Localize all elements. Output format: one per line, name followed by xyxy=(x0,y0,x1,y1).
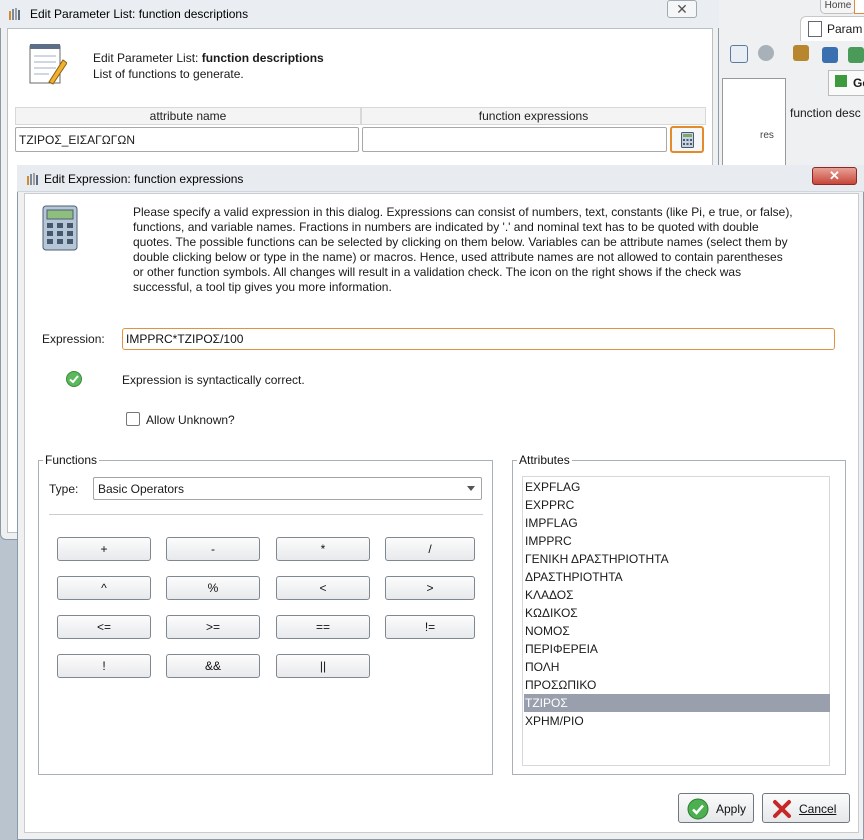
function-type-value: Basic Operators xyxy=(98,482,185,496)
list-item-selected[interactable]: ΤΖΙΡΟΣ xyxy=(524,694,830,712)
calculator-icon xyxy=(681,132,694,148)
instructions-text: Please specify a valid expression in thi… xyxy=(133,205,819,295)
chevron-down-icon xyxy=(467,486,475,491)
attribute-name-cell[interactable]: ΤΖΙΡΟΣ_ΕΙΣΑΓΩΓΩΝ xyxy=(15,127,359,152)
close-button[interactable]: ✕ xyxy=(812,167,857,185)
header-bold: function descriptions xyxy=(201,51,324,65)
operator-divide-button[interactable]: / xyxy=(385,537,475,561)
operator-equal-button[interactable]: == xyxy=(276,615,370,639)
attribute-name-value: ΤΖΙΡΟΣ_ΕΙΣΑΓΩΓΩΝ xyxy=(19,133,136,147)
operator-plus-button[interactable]: + xyxy=(57,537,151,561)
list-item[interactable]: EXPPRC xyxy=(524,496,830,514)
function-type-select[interactable]: Basic Operators xyxy=(93,477,482,500)
notepad-icon xyxy=(29,44,67,85)
operator-minus-button[interactable]: - xyxy=(166,537,260,561)
res-label: res xyxy=(760,130,774,141)
column-header-expression[interactable]: function expressions xyxy=(361,107,706,125)
user-icon[interactable] xyxy=(793,45,809,61)
list-item[interactable]: ΝΟΜΟΣ xyxy=(524,622,830,640)
operator-not-equal-button[interactable]: != xyxy=(385,615,475,639)
parameter-list-header: Edit Parameter List: function descriptio… xyxy=(93,51,324,65)
valid-check-icon xyxy=(66,371,82,387)
check-icon[interactable] xyxy=(848,47,864,63)
allow-unknown-checkbox[interactable] xyxy=(126,412,140,426)
allow-unknown-label[interactable]: Allow Unknown? xyxy=(146,413,235,427)
instructions-line: successful, a tool tip gives you more in… xyxy=(133,280,392,294)
column-header-attribute[interactable]: attribute name xyxy=(15,107,361,125)
operator-modulo-button[interactable]: % xyxy=(166,576,260,600)
list-item[interactable]: ΠΡΟΣΩΠΙΚΟ xyxy=(524,676,830,694)
cancel-label: Cancel xyxy=(799,802,837,816)
instructions-line: double clicking below or type in the nam… xyxy=(133,250,783,264)
list-item[interactable]: ΧΡΗΜ/ΡΙΟ xyxy=(524,712,830,730)
edit-expression-title: Edit Expression: function expressions xyxy=(44,172,244,186)
cancel-button[interactable]: Cancel xyxy=(762,793,850,823)
instructions-line: quotes. The possible functions can be se… xyxy=(133,235,788,249)
document-icon xyxy=(808,21,822,37)
operator-multiply-button[interactable]: * xyxy=(276,537,370,561)
operator-or-button[interactable]: || xyxy=(276,654,370,678)
expression-label: Expression: xyxy=(42,332,105,346)
list-item[interactable]: ΠΕΡΙΦΕΡΕΙΑ xyxy=(524,640,830,658)
tab-home[interactable]: Home xyxy=(820,0,856,14)
attributes-legend: Attributes xyxy=(519,453,570,467)
function-expression-cell[interactable] xyxy=(362,127,667,152)
parameter-list-subtitle: List of functions to generate. xyxy=(93,67,244,81)
functions-legend: Functions xyxy=(45,453,98,467)
instructions-line: Please specify a valid expression in thi… xyxy=(133,205,793,219)
instructions-line: or other function symbols. All changes w… xyxy=(133,265,742,279)
parameter-list-title: Edit Parameter List: function descriptio… xyxy=(30,7,249,21)
apply-button[interactable]: Apply xyxy=(678,793,754,823)
operator-less-button[interactable]: < xyxy=(276,576,370,600)
list-item[interactable]: EXPFLAG xyxy=(524,478,830,496)
add-icon[interactable] xyxy=(822,47,838,63)
list-item[interactable]: ΓΕΝΙΚΗ ΔΡΑΣΤΗΡΙΟΤΗΤΑ xyxy=(524,550,830,568)
operator-less-equal-button[interactable]: <= xyxy=(57,615,151,639)
functions-group: Functions xyxy=(38,453,493,775)
function-desc-label: function desc xyxy=(790,106,861,120)
fit-icon[interactable] xyxy=(730,45,748,63)
cancel-x-icon xyxy=(773,800,791,818)
generate-label: Ge xyxy=(853,76,864,90)
app-icon xyxy=(27,173,38,185)
tab-active[interactable] xyxy=(854,0,864,14)
list-item[interactable]: ΔΡΑΣΤΗΡΙΟΤΗΤΑ xyxy=(524,568,830,586)
app-icon xyxy=(9,8,20,20)
list-item[interactable]: ΚΛΑΔΟΣ xyxy=(524,586,830,604)
list-item[interactable]: ΠΟΛΗ xyxy=(524,658,830,676)
instructions-line: functions, and variable names. Fractions… xyxy=(133,220,759,234)
operator-greater-button[interactable]: > xyxy=(385,576,475,600)
validation-status: Expression is syntactically correct. xyxy=(122,373,305,387)
tab-param-label: Param xyxy=(827,22,863,36)
background-panel xyxy=(722,78,786,170)
generate-icon xyxy=(835,75,847,87)
type-label: Type: xyxy=(49,482,79,496)
header-prefix: Edit Parameter List: xyxy=(93,51,202,65)
operator-power-button[interactable]: ^ xyxy=(57,576,151,600)
operator-and-button[interactable]: && xyxy=(166,654,260,678)
divider xyxy=(49,514,483,515)
list-item[interactable]: IMPFLAG xyxy=(524,514,830,532)
close-button[interactable]: ✕ xyxy=(667,0,697,18)
operator-greater-equal-button[interactable]: >= xyxy=(166,615,260,639)
apply-label: Apply xyxy=(716,802,747,816)
attributes-list[interactable]: EXPFLAG EXPPRC IMPFLAG IMPPRC ΓΕΝΙΚΗ ΔΡΑ… xyxy=(522,476,830,766)
expression-editor-button[interactable] xyxy=(670,126,704,153)
list-item[interactable]: ΚΩΔΙΚΟΣ xyxy=(524,604,830,622)
link-icon[interactable] xyxy=(758,45,774,61)
check-icon xyxy=(687,798,709,820)
list-item[interactable]: IMPPRC xyxy=(524,532,830,550)
operator-not-button[interactable]: ! xyxy=(57,654,151,678)
calculator-icon xyxy=(42,205,78,251)
expression-input[interactable] xyxy=(122,328,835,350)
